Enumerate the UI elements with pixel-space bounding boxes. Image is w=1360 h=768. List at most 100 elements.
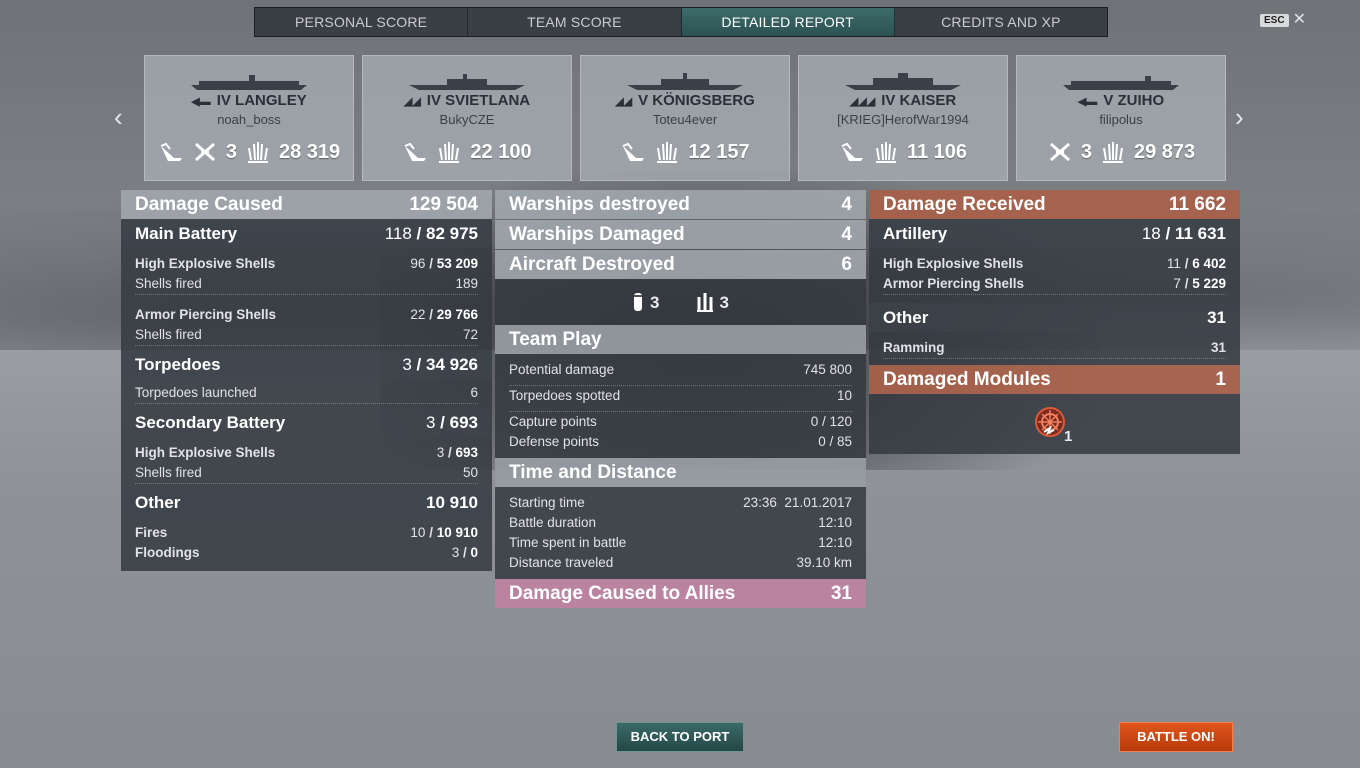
destroyed-ship-icon (405, 142, 427, 161)
bombers-destroyed-count: 3 (650, 293, 660, 312)
ship-name: V ZUIHO (1103, 92, 1165, 109)
ship-name: V KÖNIGSBERG (638, 92, 755, 109)
fighter-squad-icon (696, 293, 713, 312)
damage-received-header: Damage Received 11 662 (869, 190, 1240, 219)
damage-dealt: 28 319 (278, 140, 341, 163)
torpedoes-spotted-row: Torpedoes spotted 10 (509, 386, 852, 412)
damage-caused-header: Damage Caused 129 504 (121, 190, 492, 219)
fighters-destroyed-count: 3 (719, 293, 729, 312)
tab-team-score[interactable]: TEAM SCORE (468, 8, 682, 36)
carrier-icon: ◀▬ (1077, 96, 1098, 108)
damage-received-panel: Damage Received 11 662 Artillery 18 / 11 … (869, 190, 1240, 454)
ship-carousel: ◀▬ IV LANGLEY noah_boss 3 28 319 ◢◢ IV SVI… (144, 55, 1226, 181)
close-button[interactable]: ESC ✕ (1260, 11, 1306, 28)
ship-silhouette-icon (845, 73, 961, 90)
ship-card[interactable]: ◀▬ V ZUIHO filipolus 3 29 873 (1016, 55, 1226, 181)
planes-destroyed-count: 3 (1080, 140, 1092, 163)
prev-ship-arrow-icon[interactable]: ‹ (114, 104, 123, 130)
battle-on-button[interactable]: BATTLE ON! (1119, 722, 1233, 752)
torpedoes-header: Torpedoes 3 / 34 926 (121, 350, 492, 379)
player-name: Toteu4ever (652, 112, 718, 127)
destroyed-ship-icon (841, 142, 863, 161)
damage-icon (247, 142, 268, 163)
damaged-module-count: 1 (1064, 428, 1073, 445)
damage-icon (875, 142, 896, 163)
battleship-icon: ◢◢◢ (849, 96, 876, 108)
planes-destroyed-icon (194, 142, 215, 162)
player-name: [KRIEG]HerofWar1994 (837, 112, 969, 127)
damage-dealt: 22 100 (470, 140, 532, 163)
ship-card[interactable]: ◢◢◢ IV KAISER [KRIEG]HerofWar1994 11 106 (798, 55, 1008, 181)
ship-silhouette-icon (1063, 76, 1179, 90)
player-name: noah_boss (217, 112, 281, 127)
main-battery-he-fired-row: Shells fired 189 (135, 274, 478, 295)
distance-row: Distance traveled 39.10 km (509, 555, 852, 570)
capture-points-row: Capture points 0 / 120 (509, 414, 852, 429)
back-to-port-button[interactable]: BACK TO PORT (616, 722, 744, 752)
damage-icon (657, 142, 678, 163)
other-damage-header: Other 10 910 (121, 488, 492, 517)
tab-personal-score[interactable]: PERSONAL SCORE (255, 8, 469, 36)
tab-credits-xp[interactable]: CREDITS AND XP (895, 8, 1107, 36)
ship-card[interactable]: ◀▬ IV LANGLEY noah_boss 3 28 319 (144, 55, 354, 181)
damage-icon (439, 142, 460, 163)
fires-row: Fires 10 / 10 910 (135, 525, 478, 540)
carrier-icon: ◀▬ (191, 96, 211, 108)
main-battery-he-row: High Explosive Shells 96 / 53 209 (135, 256, 478, 271)
battle-duration-row: Battle duration 12:10 (509, 515, 852, 530)
combat-summary-panel: Warships destroyed 4 Warships Damaged 4 Ai… (495, 190, 866, 608)
team-play-header: Team Play (495, 325, 866, 354)
ship-silhouette-icon (627, 73, 743, 90)
tab-detailed-report[interactable]: DETAILED REPORT (681, 8, 895, 36)
ship-card[interactable]: ◢◢ V KÖNIGSBERG Toteu4ever 12 157 (580, 55, 790, 181)
damage-dealt: 29 873 (1133, 140, 1196, 163)
damage-dealt: 12 157 (688, 140, 750, 163)
artillery-header: Artillery 18 / 11 631 (869, 219, 1240, 248)
esc-key-label: ESC (1260, 13, 1289, 27)
time-distance-header: Time and Distance (495, 458, 866, 487)
damage-icon (1102, 142, 1123, 163)
warships-destroyed-header: Warships destroyed 4 (495, 190, 866, 219)
report-tabs: PERSONAL SCORE TEAM SCORE DETAILED REPOR… (254, 7, 1108, 37)
ship-silhouette-icon (191, 75, 307, 90)
starting-time-row: Starting time 23:36 21.01.2017 (509, 495, 852, 510)
received-other-header: Other 31 (869, 303, 1240, 332)
bomber-icon (634, 293, 643, 311)
damaged-modules-header: Damaged Modules 1 (869, 365, 1240, 394)
received-ap-row: Armor Piercing Shells 7 / 5 229 (883, 274, 1226, 295)
potential-damage-row: Potential damage 745 800 (509, 360, 852, 386)
main-battery-header: Main Battery 118 / 82 975 (121, 219, 492, 248)
close-icon: ✕ (1292, 11, 1306, 28)
main-battery-ap-row: Armor Piercing Shells 22 / 29 766 (135, 307, 478, 322)
destroyed-ship-icon (623, 142, 645, 161)
ramming-row: Ramming 31 (883, 338, 1226, 359)
damage-allies-header: Damage Caused to Allies 31 (495, 579, 866, 608)
player-name: BukyCZE (439, 112, 495, 127)
next-ship-arrow-icon[interactable]: › (1235, 104, 1244, 130)
cruiser-icon: ◢◢ (615, 96, 633, 108)
aircraft-destroyed-header: Aircraft Destroyed 6 (495, 250, 866, 279)
defense-points-row: Defense points 0 / 85 (509, 434, 852, 449)
ship-name: IV SVIETLANA (426, 92, 531, 109)
main-battery-ap-fired-row: Shells fired 72 (135, 325, 478, 346)
planes-destroyed-icon (1049, 142, 1070, 162)
planes-destroyed-count: 3 (225, 140, 237, 163)
damage-caused-panel: Damage Caused 129 504 Main Battery 118 / … (121, 190, 492, 571)
ship-name: IV LANGLEY (216, 92, 307, 109)
floodings-row: Floodings 3 / 0 (135, 545, 478, 560)
secondary-battery-header: Secondary Battery 3 / 693 (121, 408, 492, 437)
destroyed-ship-icon (160, 142, 182, 161)
time-in-battle-row: Time spent in battle 12:10 (509, 535, 852, 550)
warships-damaged-header: Warships Damaged 4 (495, 220, 866, 249)
ship-card[interactable]: ◢◢ IV SVIETLANA BukyCZE 22 100 (362, 55, 572, 181)
steering-gear-icon (1035, 407, 1065, 437)
received-he-row: High Explosive Shells 11 / 6 402 (883, 256, 1226, 271)
ship-name: IV KAISER (881, 92, 957, 109)
ship-silhouette-icon (409, 74, 525, 90)
torpedoes-launched-row: Torpedoes launched 6 (135, 383, 478, 404)
secondary-he-row: High Explosive Shells 3 / 693 (135, 445, 478, 460)
cruiser-icon: ◢◢ (403, 96, 421, 108)
player-name: filipolus (1099, 112, 1143, 127)
damage-dealt: 11 106 (906, 140, 968, 163)
secondary-fired-row: Shells fired 50 (135, 463, 478, 484)
